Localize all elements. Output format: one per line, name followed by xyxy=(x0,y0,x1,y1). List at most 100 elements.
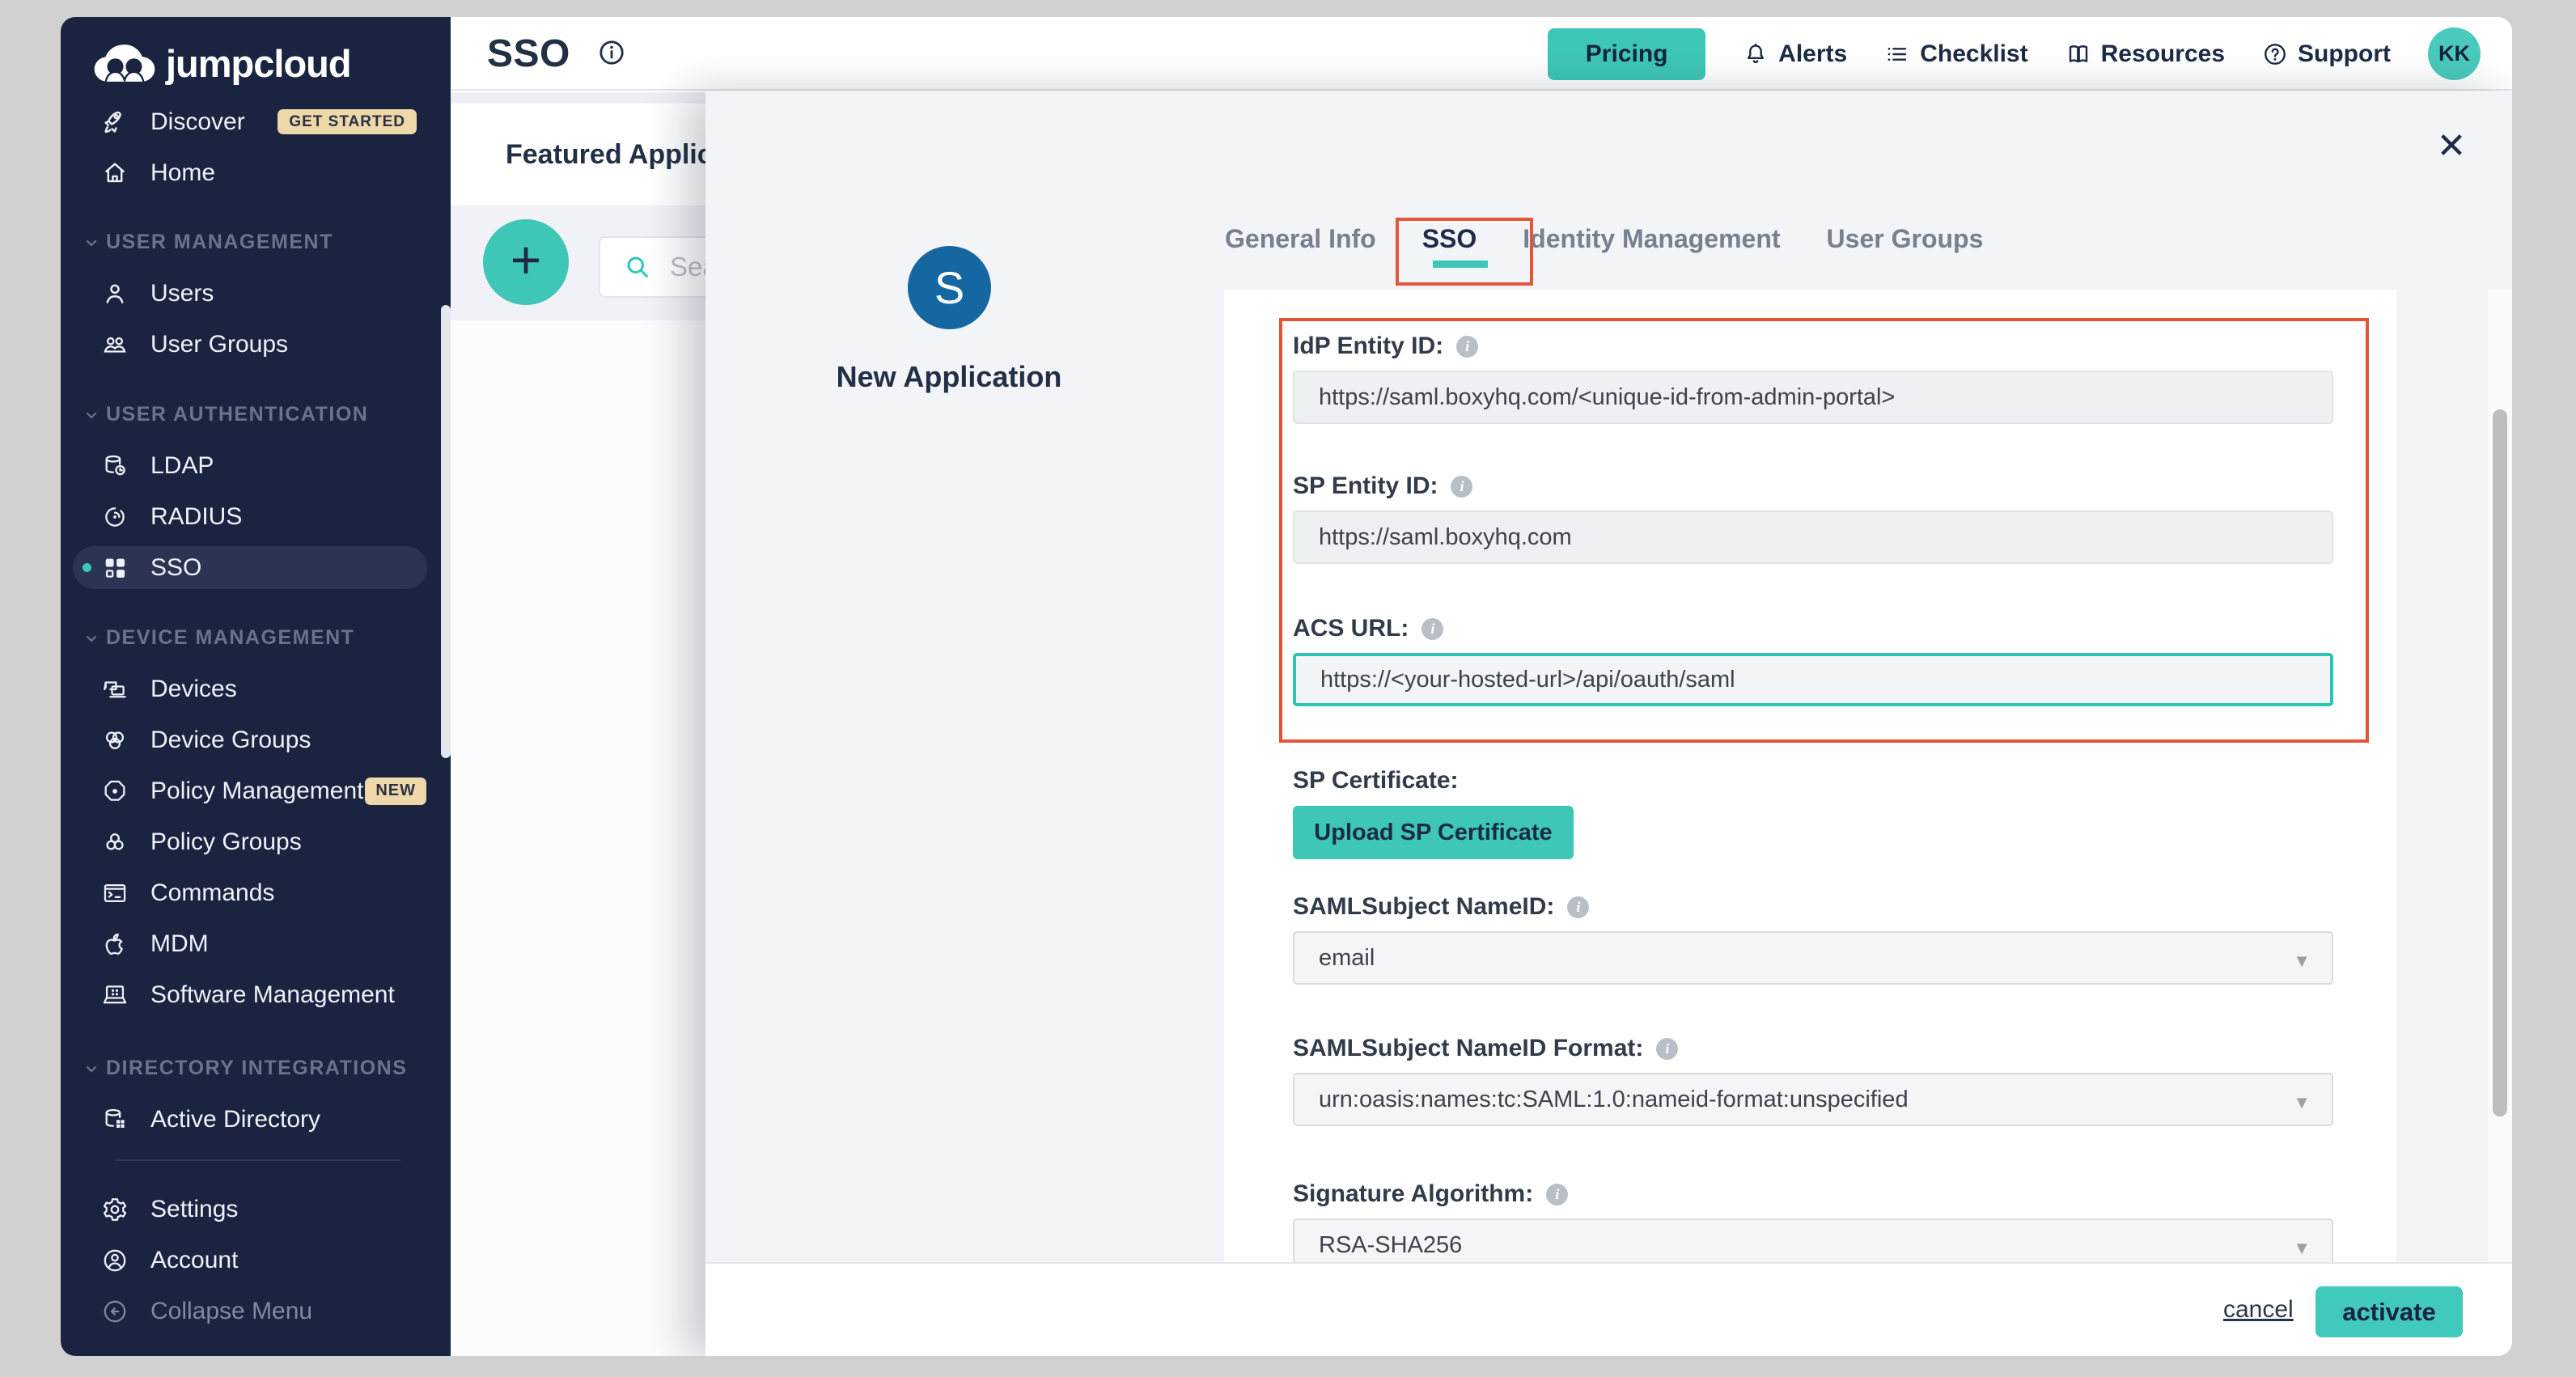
jumpcloud-logo[interactable]: jumpcloud xyxy=(90,35,351,91)
commands-icon xyxy=(101,879,129,907)
chevron-down-icon xyxy=(85,236,98,249)
activate-button[interactable]: activate xyxy=(2315,1286,2463,1337)
screen: jumpcloud Discover GET STARTED xyxy=(0,0,2576,1377)
sidebar-item-device-groups[interactable]: Device Groups xyxy=(61,714,451,765)
sidebar-divider xyxy=(115,1159,400,1161)
sidebar: jumpcloud Discover GET STARTED xyxy=(61,17,451,1356)
support-label: Support xyxy=(2298,40,2391,68)
application-name: New Application xyxy=(747,360,1151,394)
field-idp-entity-id: IdP Entity ID: i xyxy=(1293,333,2333,424)
tab-general-info[interactable]: General Info xyxy=(1225,224,1376,254)
section-user-authentication[interactable]: USER AUTHENTICATION xyxy=(61,389,451,440)
sidebar-item-users[interactable]: Users xyxy=(61,268,451,319)
resources-button[interactable]: Resources xyxy=(2065,40,2225,68)
modal-footer: cancel activate xyxy=(705,1262,2512,1356)
info-icon[interactable]: i xyxy=(1451,476,1472,498)
caret-down-icon: ▼ xyxy=(2293,1092,2311,1113)
sidebar-item-account[interactable]: Account xyxy=(61,1235,451,1286)
field-sp-entity-id: SP Entity ID: i xyxy=(1293,472,2333,564)
section-user-management[interactable]: USER MANAGEMENT xyxy=(61,217,451,268)
resources-label: Resources xyxy=(2101,40,2225,68)
sp-entity-id-label: SP Entity ID: xyxy=(1293,472,1438,500)
cancel-button[interactable]: cancel xyxy=(2223,1296,2294,1324)
caret-down-icon: ▼ xyxy=(2293,951,2311,972)
sidebar-item-active-directory[interactable]: Active Directory xyxy=(61,1094,451,1145)
info-icon[interactable]: i xyxy=(1421,618,1443,640)
logo-wordmark: jumpcloud xyxy=(166,41,351,86)
sso-icon xyxy=(101,554,129,582)
alerts-button[interactable]: Alerts xyxy=(1743,40,1847,68)
active-directory-icon xyxy=(101,1106,129,1133)
pricing-button[interactable]: Pricing xyxy=(1548,28,1705,80)
modal-scrollbar-thumb[interactable] xyxy=(2493,409,2507,1116)
sidebar-item-sso[interactable]: SSO xyxy=(61,542,451,593)
search-icon xyxy=(623,252,652,282)
close-icon[interactable]: ✕ xyxy=(2429,124,2474,169)
sidebar-item-policy-management[interactable]: Policy Management NEW xyxy=(61,765,451,816)
sidebar-item-user-groups[interactable]: User Groups xyxy=(61,319,451,370)
sidebar-item-commands[interactable]: Commands xyxy=(61,867,451,918)
sidebar-item-policy-groups[interactable]: Policy Groups xyxy=(61,816,451,867)
sidebar-item-collapse-menu[interactable]: Collapse Menu xyxy=(61,1286,451,1337)
info-icon[interactable]: i xyxy=(1456,336,1478,358)
tab-user-groups[interactable]: User Groups xyxy=(1827,224,1984,254)
device-groups-icon xyxy=(101,727,129,754)
rocket-icon xyxy=(101,108,129,136)
add-application-button[interactable]: + xyxy=(483,219,569,305)
chevron-down-icon xyxy=(85,1062,98,1075)
sidebar-item-devices[interactable]: Devices xyxy=(61,663,451,714)
page-title: SSO xyxy=(487,32,570,76)
idp-entity-id-label: IdP Entity ID: xyxy=(1293,333,1443,360)
signature-algorithm-select[interactable]: RSA-SHA256 ▼ xyxy=(1293,1218,2333,1262)
policy-management-icon xyxy=(101,777,129,805)
ldap-icon xyxy=(101,452,129,480)
sidebar-item-discover[interactable]: Discover GET STARTED xyxy=(61,96,451,147)
jumpcloud-logo-icon xyxy=(90,40,159,87)
radius-icon xyxy=(101,503,129,531)
sidebar-item-settings[interactable]: Settings xyxy=(61,1184,451,1235)
mdm-icon xyxy=(101,930,129,958)
section-device-management[interactable]: DEVICE MANAGEMENT xyxy=(61,612,451,663)
info-icon[interactable]: i xyxy=(1567,896,1589,918)
software-management-icon xyxy=(101,981,129,1009)
info-icon[interactable]: i xyxy=(1546,1184,1568,1205)
saml-subject-nameid-label: SAMLSubject NameID: xyxy=(1293,893,1554,921)
checklist-icon xyxy=(1884,41,1910,67)
sidebar-item-radius[interactable]: RADIUS xyxy=(61,491,451,542)
field-signature-algorithm: Signature Algorithm: i RSA-SHA256 ▼ xyxy=(1293,1180,2333,1262)
sidebar-scrollbar[interactable] xyxy=(441,305,451,758)
new-badge: NEW xyxy=(365,777,426,805)
sidebar-item-home[interactable]: Home xyxy=(61,147,451,198)
collapse-menu-icon xyxy=(101,1298,129,1325)
sidebar-item-mdm[interactable]: MDM xyxy=(61,918,451,969)
section-directory-integrations[interactable]: DIRECTORY INTEGRATIONS xyxy=(61,1043,451,1094)
chevron-down-icon xyxy=(85,409,98,422)
info-icon[interactable]: i xyxy=(1656,1038,1678,1060)
acs-url-label: ACS URL: xyxy=(1293,615,1409,642)
users-icon xyxy=(101,280,129,307)
new-application-modal: ✕ S New Application General Info SSO Ide… xyxy=(705,91,2512,1356)
sp-certificate-label: SP Certificate: xyxy=(1293,767,1459,794)
modal-scrollbar-track[interactable] xyxy=(2488,290,2512,1262)
saml-subject-nameid-format-select[interactable]: urn:oasis:names:tc:SAML:1.0:nameid-forma… xyxy=(1293,1073,2333,1126)
sidebar-item-ldap[interactable]: LDAP xyxy=(61,440,451,491)
sp-entity-id-input[interactable] xyxy=(1293,511,2333,564)
app-window: jumpcloud Discover GET STARTED xyxy=(61,17,2512,1356)
saml-subject-nameid-select[interactable]: email ▼ xyxy=(1293,931,2333,985)
user-avatar[interactable]: KK xyxy=(2428,28,2481,80)
info-icon[interactable] xyxy=(597,38,626,67)
policy-groups-icon xyxy=(101,828,129,856)
bell-icon xyxy=(1743,41,1769,67)
top-header: SSO Pricing Alerts Checklist xyxy=(451,17,2512,91)
idp-entity-id-input[interactable] xyxy=(1293,371,2333,424)
devices-icon xyxy=(101,676,129,703)
active-indicator-dot xyxy=(83,563,91,572)
support-button[interactable]: Support xyxy=(2262,40,2391,68)
sidebar-item-software-management[interactable]: Software Management xyxy=(61,969,451,1020)
upload-sp-certificate-button[interactable]: Upload SP Certificate xyxy=(1293,806,1574,859)
account-icon xyxy=(101,1247,129,1274)
acs-url-input[interactable] xyxy=(1293,653,2333,706)
tab-identity-management[interactable]: Identity Management xyxy=(1523,224,1780,254)
get-started-badge: GET STARTED xyxy=(278,109,417,134)
checklist-button[interactable]: Checklist xyxy=(1884,40,2027,68)
